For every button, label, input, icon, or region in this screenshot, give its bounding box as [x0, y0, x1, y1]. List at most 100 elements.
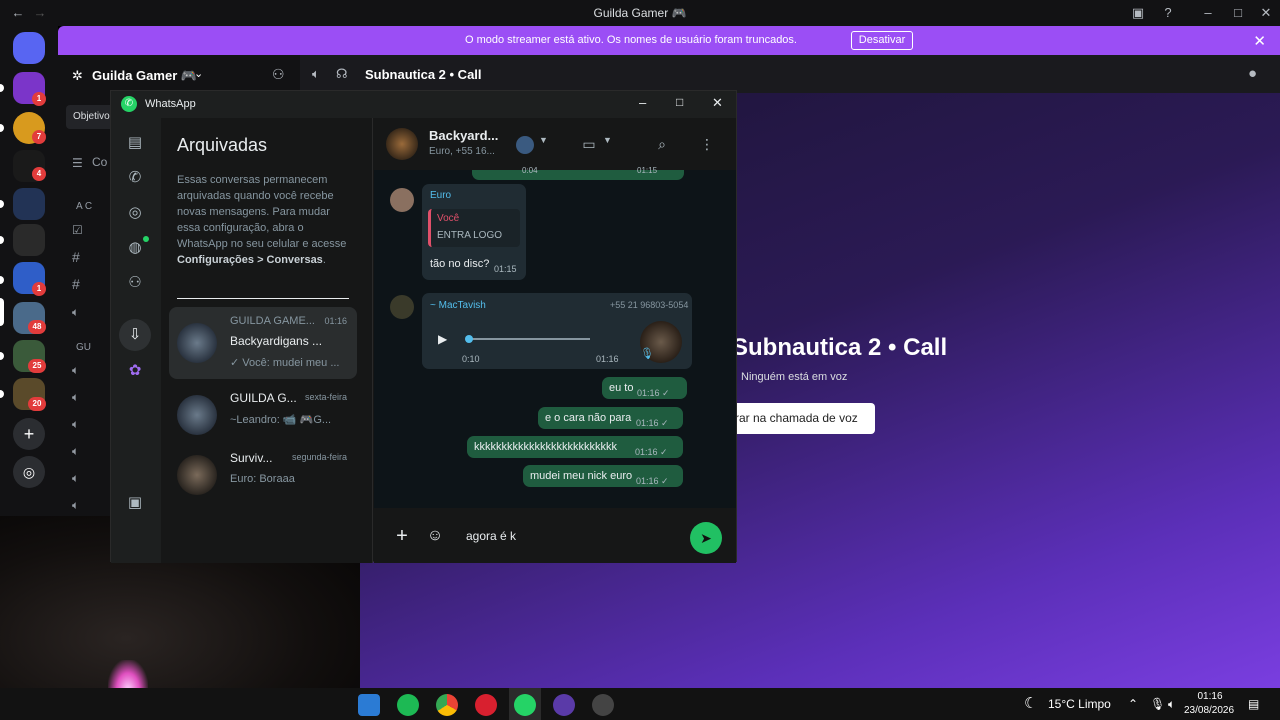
meta-ai-icon[interactable]: ✿ — [124, 360, 146, 382]
chevron-down-icon[interactable]: ▼ — [539, 135, 548, 145]
close-icon[interactable]: ✕ — [712, 95, 723, 111]
close-banner-icon[interactable]: ✕ — [1253, 32, 1266, 50]
message-bubble: 0:04 01:15 — [472, 166, 684, 180]
audio-duration: 0:04 — [522, 166, 538, 175]
chat-item[interactable]: GUILDA GAME... 01:16 Backyardigans ... ✓… — [169, 307, 357, 379]
hash-icon: # — [72, 249, 80, 265]
server-rail: 1 7 4 1 48 25 20 + ◎ — [0, 26, 58, 516]
sticker-icon[interactable]: ☺ — [423, 524, 447, 548]
quote-text: ENTRA LOGO — [437, 230, 503, 241]
taskbar: ☾ 15°C Limpo ⌃ 🎙︎ 🔈︎ 01:16 23/08/2026 ▤ — [0, 688, 1280, 720]
play-icon[interactable]: ▶ — [438, 332, 447, 346]
mic-icon[interactable]: 🎙︎ — [1150, 697, 1165, 711]
weather-text[interactable]: 15°C Limpo — [1048, 697, 1111, 711]
media-icon[interactable]: ▣ — [124, 492, 146, 514]
window-title: Guilda Gamer 🎮 — [593, 6, 687, 20]
chevron-up-icon[interactable]: ⌃ — [1128, 697, 1138, 711]
obs-icon[interactable] — [592, 694, 614, 716]
archived-desc-text: Essas conversas permanecem arquivadas qu… — [177, 174, 347, 250]
minimize-icon[interactable]: – — [1200, 5, 1216, 21]
sender-name: Euro — [430, 190, 452, 201]
send-button[interactable]: ➤ — [690, 522, 722, 554]
status-icon[interactable]: ◎ — [124, 202, 146, 224]
list-icon: ☰ — [72, 156, 83, 170]
spotify-icon[interactable] — [397, 694, 419, 716]
call-header: 🔈︎ ☊ Subnautica 2 • Call ● — [300, 55, 1280, 93]
community-icon[interactable] — [516, 136, 534, 154]
chevron-down-icon[interactable]: ▼ — [603, 135, 612, 145]
chat-item[interactable]: Surviv... segunda-feira Euro: Boraaa — [169, 443, 357, 503]
clock-time[interactable]: 01:16 — [1188, 691, 1232, 702]
objectives-tab[interactable]: Objetivo — [66, 105, 116, 129]
inbox-icon[interactable]: ▣ — [1130, 5, 1146, 21]
category-label[interactable]: A C — [76, 201, 92, 212]
plus-icon[interactable]: + — [390, 524, 414, 548]
channel-hint[interactable]: Co — [92, 155, 107, 169]
chat-item[interactable]: GUILDA G... sexta-feira ~Leandro: 📹 🎮G..… — [169, 383, 357, 443]
calls-icon[interactable]: ✆ — [124, 167, 146, 189]
sender-avatar — [390, 188, 414, 212]
menu-dots-icon[interactable]: ⋮ — [695, 132, 719, 156]
voice-message-bubble: ~ MacTavish +55 21 96803-5054 ▶ 0:10 01:… — [422, 293, 692, 369]
audio-scrubber[interactable] — [465, 335, 473, 343]
avatar — [177, 323, 217, 363]
outlook-icon[interactable] — [358, 694, 380, 716]
server-icon[interactable] — [13, 188, 45, 220]
conversation-header: Backyard... Euro, +55 16... ▼ ▭ ▼ ⌕ ⋮ — [374, 118, 736, 170]
guild-name[interactable]: Guilda Gamer 🎮 — [92, 68, 197, 84]
chrome-icon[interactable] — [436, 694, 458, 716]
chevron-down-icon[interactable]: ⌄ — [194, 67, 203, 80]
weather-icon: ☾ — [1024, 695, 1038, 712]
maximize-icon[interactable]: □ — [1230, 5, 1246, 21]
app-icon[interactable] — [553, 694, 575, 716]
chat-preview: ✓ Você: mudei meu ... — [230, 357, 340, 369]
search-icon[interactable]: ⌕ — [650, 132, 674, 156]
conversation-name[interactable]: Backyard... — [429, 128, 498, 143]
message-input[interactable]: agora é k — [454, 521, 680, 551]
archive-icon[interactable]: ⇩ — [124, 324, 146, 346]
volume-icon[interactable]: 🔈︎ — [1168, 697, 1175, 712]
archived-title: Arquivadas — [177, 135, 268, 155]
streamer-mode-banner: O modo streamer está ativo. Os nomes de … — [58, 26, 1280, 55]
message-time: 01:15 — [494, 264, 517, 274]
unread-pill — [0, 200, 4, 208]
quoted-message[interactable]: Você ENTRA LOGO — [428, 209, 520, 247]
mention-badge: 1 — [32, 92, 46, 106]
whatsapp-nav-rail: ▤ ✆ ◎ ◍ ⚇ ⇩ ✿ ▣ — [111, 118, 161, 563]
message-text: mudei meu nick euro — [530, 470, 633, 482]
whatsapp-icon[interactable] — [514, 694, 536, 716]
add-member-icon[interactable]: ⚇ — [272, 66, 285, 83]
group-avatar[interactable] — [386, 128, 418, 160]
add-server-icon[interactable]: + — [13, 418, 45, 450]
join-voice-button[interactable]: rar na chamada de voz — [725, 403, 875, 434]
disable-streamer-button[interactable]: Desativar — [851, 31, 913, 50]
settings-path: Configurações > Conversas — [177, 254, 323, 266]
clock-date[interactable]: 23/08/2026 — [1184, 705, 1234, 716]
mention-badge: 7 — [32, 130, 46, 144]
minimize-icon[interactable]: – — [639, 95, 646, 110]
video-call-icon[interactable]: ▭ — [577, 132, 601, 156]
maximize-icon[interactable]: □ — [676, 95, 683, 109]
chats-icon[interactable]: ▤ — [124, 132, 146, 154]
sender-avatar — [390, 295, 414, 319]
audio-waveform[interactable] — [466, 338, 590, 340]
explore-icon[interactable]: ◎ — [13, 456, 45, 488]
mic-icon: 🎙︎ — [640, 348, 654, 360]
speaker-icon: 🔈︎ — [312, 66, 320, 81]
notifications-icon[interactable]: ▤ — [1248, 697, 1259, 711]
chat-preview: Euro: Boraaa — [230, 473, 295, 485]
speaker-icon: 🔈︎ — [72, 498, 80, 512]
server-icon[interactable] — [13, 224, 45, 256]
communities-icon[interactable]: ⚇ — [124, 272, 146, 294]
close-icon[interactable]: ✕ — [1258, 5, 1274, 21]
message-time: 01:15 — [637, 166, 658, 175]
help-icon[interactable]: ? — [1160, 5, 1176, 21]
discord-home-icon[interactable] — [13, 32, 45, 64]
category-label[interactable]: GU — [76, 342, 91, 353]
speaker-icon: 🔈︎ — [72, 390, 80, 404]
composer: + ☺ agora é k ➤ — [374, 508, 736, 563]
speaker-icon: 🔈︎ — [72, 305, 80, 319]
message-text: eu to — [609, 382, 634, 394]
opera-icon[interactable] — [475, 694, 497, 716]
chat-bubble-icon[interactable]: ● — [1248, 65, 1257, 82]
